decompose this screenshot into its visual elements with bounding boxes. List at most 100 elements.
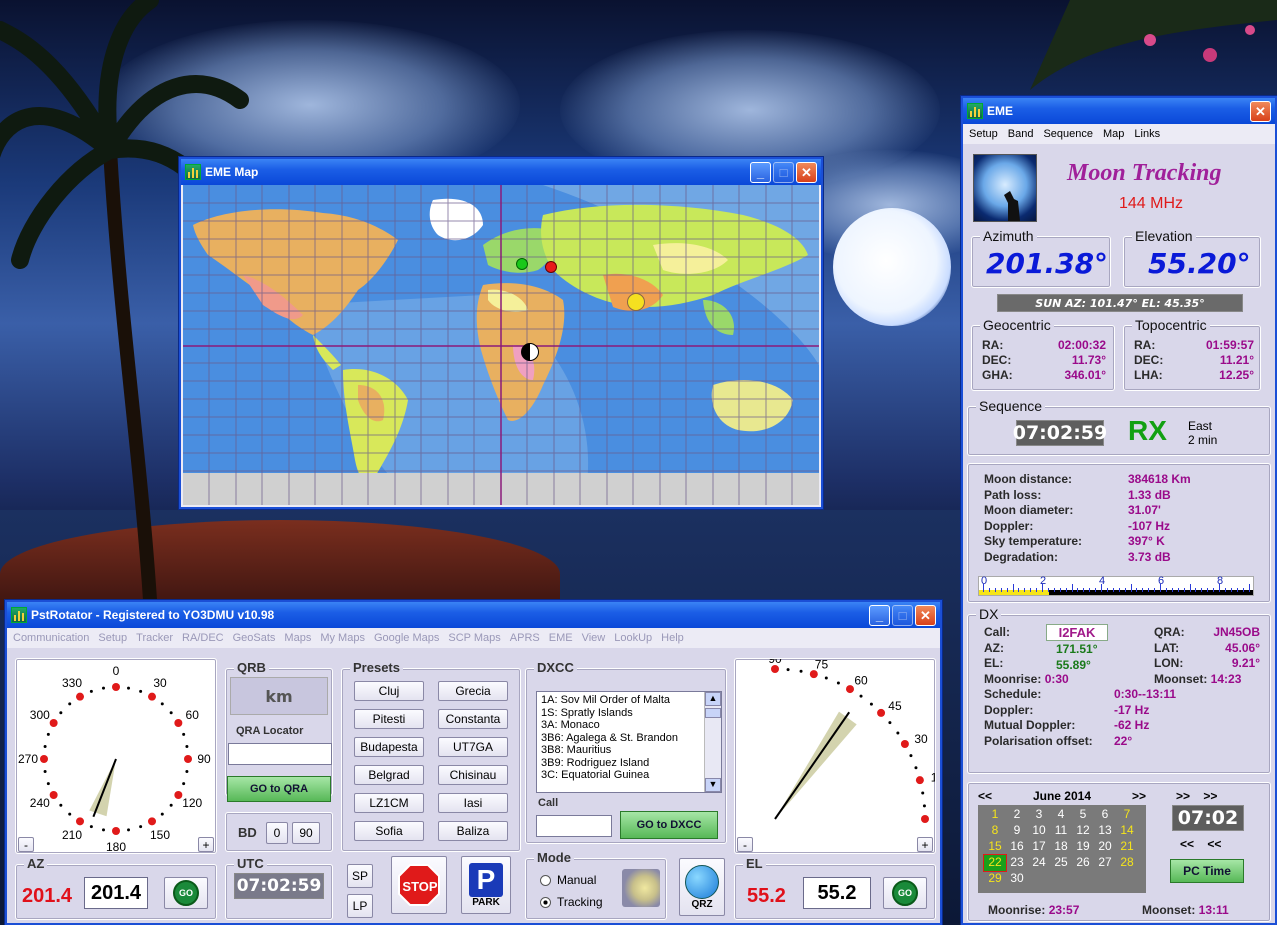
menu-lookup[interactable]: LookUp — [614, 632, 652, 644]
stop-button[interactable]: STOP — [391, 856, 447, 914]
eme-titlebar[interactable]: EME ✕ — [963, 98, 1275, 124]
calendar-day[interactable]: 1 — [984, 807, 1006, 823]
maximize-icon[interactable]: □ — [773, 162, 794, 183]
dxcc-scrollbar[interactable]: ▲ ▼ — [704, 692, 721, 792]
menu-help[interactable]: Help — [661, 632, 684, 644]
dxcc-list-item[interactable]: 1A: Sov Mil Order of Malta — [541, 694, 717, 707]
el-plus-button[interactable]: + — [917, 837, 933, 852]
az-minus-button[interactable]: - — [18, 837, 34, 852]
preset-cluj-button[interactable]: Cluj — [354, 681, 424, 701]
calendar-day[interactable] — [1028, 871, 1050, 887]
lp-button[interactable]: LP — [347, 894, 373, 918]
menu-my-maps[interactable]: My Maps — [320, 632, 365, 644]
calendar-clock[interactable]: 07:02 — [1172, 805, 1244, 831]
calendar-day[interactable]: 30 — [1006, 871, 1028, 887]
menu-links[interactable]: Links — [1134, 128, 1160, 140]
calendar-day[interactable] — [1050, 871, 1072, 887]
menu-band[interactable]: Band — [1008, 128, 1034, 140]
scroll-up-icon[interactable]: ▲ — [705, 692, 721, 706]
calendar-day[interactable]: 2 — [1006, 807, 1028, 823]
menu-eme[interactable]: EME — [549, 632, 573, 644]
calendar-day[interactable]: 20 — [1094, 839, 1116, 855]
menu-view[interactable]: View — [582, 632, 606, 644]
preset-lz1cm-button[interactable]: LZ1CM — [354, 793, 424, 813]
az-target-input[interactable]: 201.4 — [84, 877, 148, 909]
calendar-day[interactable]: 25 — [1050, 855, 1072, 871]
calendar-day[interactable] — [1116, 871, 1138, 887]
pc-time-button[interactable]: PC Time — [1170, 859, 1244, 883]
dxcc-list-item[interactable]: 3C: Equatorial Guinea — [541, 769, 717, 782]
minimize-icon[interactable]: _ — [750, 162, 771, 183]
az-go-button[interactable]: GO — [164, 877, 208, 909]
calendar-day[interactable]: 3 — [1028, 807, 1050, 823]
calendar-day[interactable]: 6 — [1094, 807, 1116, 823]
preset-iasi-button[interactable]: Iasi — [438, 793, 508, 813]
preset-grecia-button[interactable]: Grecia — [438, 681, 508, 701]
go-to-dxcc-button[interactable]: GO to DXCC — [620, 811, 718, 839]
preset-ut7ga-button[interactable]: UT7GA — [438, 737, 508, 757]
calendar-day[interactable]: 10 — [1028, 823, 1050, 839]
close-icon[interactable]: ✕ — [796, 162, 817, 183]
dxcc-list-item[interactable]: 1S: Spratly Islands — [541, 707, 717, 720]
calendar-prev-button[interactable]: << — [978, 789, 992, 803]
preset-belgrad-button[interactable]: Belgrad — [354, 765, 424, 785]
calendar-day[interactable]: 17 — [1028, 839, 1050, 855]
calendar-day[interactable]: 16 — [1006, 839, 1028, 855]
preset-budapesta-button[interactable]: Budapesta — [354, 737, 424, 757]
dxcc-list[interactable]: 1A: Sov Mil Order of Malta 1S: Spratly Is… — [536, 691, 722, 793]
park-button[interactable]: P PARK — [461, 856, 511, 914]
calendar-day[interactable]: 7 — [1116, 807, 1138, 823]
bd-0-button[interactable]: 0 — [266, 822, 288, 844]
calendar-day[interactable] — [1094, 871, 1116, 887]
mode-tracking-radio[interactable]: Tracking — [540, 895, 603, 909]
calendar-day[interactable]: 19 — [1072, 839, 1094, 855]
menu-scp-maps[interactable]: SCP Maps — [448, 632, 500, 644]
qrz-button[interactable]: QRZ — [679, 858, 725, 916]
clock-down-buttons[interactable]: << << — [1180, 837, 1221, 851]
calendar-day[interactable]: 18 — [1050, 839, 1072, 855]
calendar-day[interactable]: 15 — [984, 839, 1006, 855]
menu-map[interactable]: Map — [1103, 128, 1124, 140]
calendar-day[interactable]: 14 — [1116, 823, 1138, 839]
menu-aprs[interactable]: APRS — [510, 632, 540, 644]
az-plus-button[interactable]: + — [198, 837, 214, 852]
bd-90-button[interactable]: 90 — [292, 822, 320, 844]
go-to-qra-button[interactable]: GO to QRA — [227, 776, 331, 802]
menu-tracker[interactable]: Tracker — [136, 632, 173, 644]
qra-locator-input[interactable] — [228, 743, 332, 765]
menu-maps[interactable]: Maps — [284, 632, 311, 644]
menu-setup[interactable]: Setup — [98, 632, 127, 644]
calendar-next-button[interactable]: >> — [1132, 789, 1146, 803]
dxcc-list-item[interactable]: 3B8: Mauritius — [541, 744, 717, 757]
dxcc-list-item[interactable]: 3B9: Rodriguez Island — [541, 757, 717, 770]
menu-sequence[interactable]: Sequence — [1043, 128, 1093, 140]
moon-marker[interactable] — [521, 343, 539, 361]
calendar-grid[interactable]: 1 2 3 4 5 6 7 8 9 10 11 12 13 14 15 16 17 18 19 20 21 22 23 24 2… — [978, 805, 1146, 893]
calendar-day[interactable]: 12 — [1072, 823, 1094, 839]
azimuth-dial[interactable]: 0 30 60 90 120 150 180 210 240 270 300 330 - + — [15, 658, 217, 854]
world-map[interactable] — [183, 185, 819, 505]
preset-chisinau-button[interactable]: Chisinau — [438, 765, 508, 785]
calendar-day[interactable]: 9 — [1006, 823, 1028, 839]
rotator-titlebar[interactable]: PstRotator - Registered to YO3DMU v10.98… — [7, 602, 940, 628]
calendar-day[interactable]: 29 — [984, 871, 1006, 887]
close-icon[interactable]: ✕ — [1250, 101, 1271, 122]
preset-baliza-button[interactable]: Baliza — [438, 821, 508, 841]
preset-pitesti-button[interactable]: Pitesti — [354, 709, 424, 729]
calendar-day[interactable]: 27 — [1094, 855, 1116, 871]
calendar-day[interactable]: 22 — [983, 854, 1007, 872]
calendar-day[interactable]: 21 — [1116, 839, 1138, 855]
elevation-dial[interactable]: 9075604530150 - + — [734, 652, 947, 854]
clock-up-buttons[interactable]: >> >> — [1176, 789, 1217, 803]
scroll-thumb[interactable] — [705, 708, 721, 718]
close-icon[interactable]: ✕ — [915, 605, 936, 626]
el-go-button[interactable]: GO — [883, 877, 927, 909]
calendar-day[interactable]: 28 — [1116, 855, 1138, 871]
el-target-input[interactable]: 55.2 — [803, 877, 871, 909]
menu-communication[interactable]: Communication — [13, 632, 89, 644]
calendar-day[interactable]: 11 — [1050, 823, 1072, 839]
menu-setup[interactable]: Setup — [969, 128, 998, 140]
minimize-icon[interactable]: _ — [869, 605, 890, 626]
sp-button[interactable]: SP — [347, 864, 373, 888]
calendar-day[interactable]: 4 — [1050, 807, 1072, 823]
